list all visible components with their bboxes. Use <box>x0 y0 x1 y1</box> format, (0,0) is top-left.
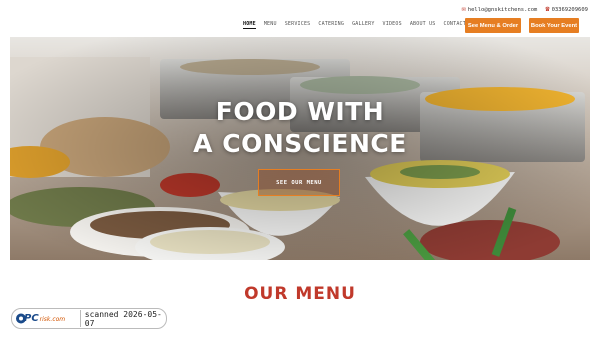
section-title-our-menu: OUR MENU <box>244 284 356 304</box>
hero-title-line2: A CONSCIENCE <box>193 129 407 158</box>
nav-item-menu[interactable]: MENU <box>264 21 277 29</box>
nav-links: HOME MENU SERVICES CATERING GALLERY VIDE… <box>243 21 476 29</box>
see-our-menu-button[interactable]: SEE OUR MENU <box>258 169 340 196</box>
hero-banner: FOOD WITH A CONSCIENCE SEE OUR MENU <box>10 37 590 260</box>
envelope-icon: ✉ <box>461 5 466 13</box>
nav-item-about-us[interactable]: ABOUT US <box>410 21 436 29</box>
email-contact[interactable]: ✉ hello@gnskitchens.com <box>462 5 538 13</box>
hero-title-line1: FOOD WITH <box>215 97 385 126</box>
nav-item-videos[interactable]: VIDEOS <box>383 21 402 29</box>
see-menu-order-button[interactable]: See Menu & Order <box>465 18 521 33</box>
nav-item-catering[interactable]: CATERING <box>318 21 344 29</box>
nav-item-services[interactable]: SERVICES <box>285 21 311 29</box>
contact-bar: ✉ hello@gnskitchens.com ☎ 03369209609 <box>462 4 588 14</box>
pcrisk-logo-mark <box>16 313 26 324</box>
book-event-button[interactable]: Book Your Event <box>529 18 579 33</box>
pcrisk-logo: PC risk.com <box>14 310 76 327</box>
scan-date: scanned 2026-05-07 <box>84 309 162 328</box>
phone-contact[interactable]: ☎ 03369209609 <box>545 5 588 13</box>
nav-item-gallery[interactable]: GALLERY <box>352 21 374 29</box>
scan-badge: PC risk.com scanned 2026-05-07 <box>11 308 167 329</box>
phone-icon: ☎ <box>545 5 550 13</box>
nav-item-home[interactable]: HOME <box>243 21 256 29</box>
